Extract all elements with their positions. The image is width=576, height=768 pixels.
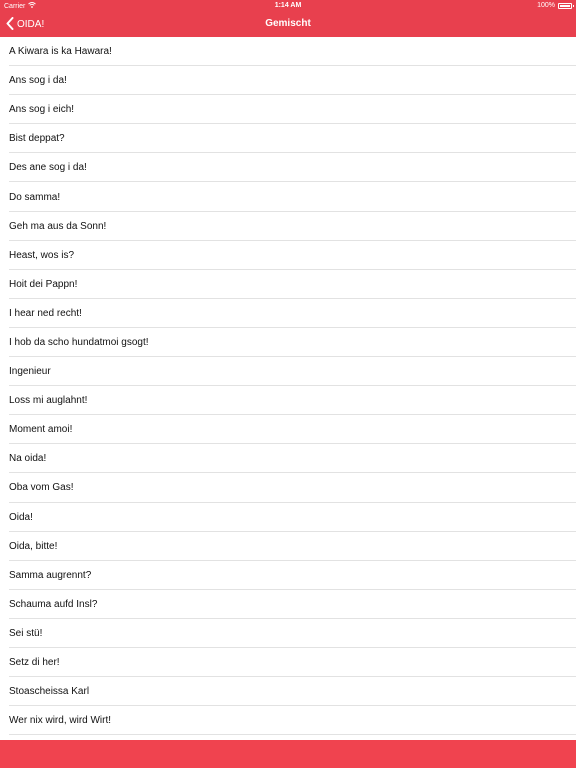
battery-icon (558, 2, 574, 9)
list-item[interactable]: Oba vom Gas! (0, 473, 576, 503)
list-item[interactable]: Hoit dei Pappn! (0, 270, 576, 299)
list-item-label: A Kiwara is ka Hawara! (9, 46, 112, 58)
list-item-label: Oba vom Gas! (9, 482, 74, 494)
status-time: 1:14 AM (274, 2, 302, 9)
list-item[interactable]: Wer nix wird, wird Wirt! (0, 706, 576, 736)
list-item[interactable]: Ans sog i da! (0, 66, 576, 96)
list-item[interactable]: Des ane sog i da! (0, 153, 576, 183)
list-item-label: Setz di her! (9, 657, 60, 669)
page-title: Gemischt (265, 18, 311, 29)
list-item[interactable]: Oida! (0, 503, 576, 532)
list-item-label: Loss mi auglahnt! (9, 395, 88, 407)
list-item[interactable]: Samma augrennt? (0, 561, 576, 590)
list-item[interactable]: A Kiwara is ka Hawara! (0, 37, 576, 67)
list-item-label: Stoascheissa Karl (9, 686, 90, 698)
list-item[interactable]: I hob da scho hundatmoi gsogt! (0, 328, 576, 358)
list-item[interactable]: Ans sog i eich! (0, 95, 576, 125)
list-item-label: I hob da scho hundatmoi gsogt! (9, 336, 149, 348)
list-item[interactable]: Stoascheissa Karl (0, 677, 576, 707)
list-item-label: Hoit dei Pappn! (9, 278, 78, 290)
list-item[interactable]: I hear ned recht! (0, 299, 576, 329)
list-item-label: Oida, bitte! (9, 540, 58, 552)
list-item-label: Samma augrennt? (9, 569, 92, 581)
list-item[interactable]: Schauma aufd Insl? (0, 590, 576, 619)
battery-indicator: 100% (537, 2, 574, 9)
navigation-bar: OIDA! Gemischt (0, 12, 576, 37)
list-item-label: Oida! (9, 511, 33, 523)
list-item[interactable]: Do samma! (0, 182, 576, 212)
list-item[interactable]: Oida, bitte! (0, 532, 576, 561)
list-item[interactable]: Setz di her! (0, 648, 576, 678)
battery-percent: 100% (537, 2, 555, 9)
list-item[interactable]: Moment amoi! (0, 415, 576, 445)
list-item[interactable]: Na oida! (0, 444, 576, 474)
bottom-bar (0, 740, 576, 768)
list-item[interactable]: Loss mi auglahnt! (0, 386, 576, 416)
list-item[interactable]: Ingenieur (0, 357, 576, 387)
phrase-list: A Kiwara is ka Hawara! Ans sog i da! Ans s… (0, 37, 576, 740)
app-screen: Carrier 1:14 AM 100% OIDA! Gemischt A Ki… (0, 0, 576, 768)
list-item-label: Na oida! (9, 453, 47, 465)
list-item[interactable]: Sei stü! (0, 619, 576, 649)
list-item-label: Des ane sog i da! (9, 162, 87, 174)
status-bar: Carrier 1:14 AM 100% (0, 0, 576, 12)
list-item-label: Moment amoi! (9, 424, 73, 436)
list-item[interactable]: Bist deppat? (0, 124, 576, 154)
list-item-label: Ans sog i da! (9, 75, 67, 87)
list-item-label: Heast, wos is? (9, 249, 75, 261)
list-item[interactable]: Geh ma aus da Sonn! (0, 212, 576, 241)
list-item-label: Sei stü! (9, 627, 43, 639)
list-item-label: Ingenieur (9, 366, 51, 378)
list-item-label: Wer nix wird, wird Wirt! (9, 715, 112, 727)
list-item-label: I hear ned recht! (9, 307, 82, 319)
list-item-label: Ans sog i eich! (9, 104, 75, 116)
list-item[interactable]: Heast, wos is? (0, 241, 576, 270)
list-item-label: Geh ma aus da Sonn! (9, 220, 107, 232)
list-item-label: Do samma! (9, 191, 61, 203)
list-item-label: Schauma aufd Insl? (9, 598, 98, 610)
list-item-label: Bist deppat? (9, 133, 65, 145)
